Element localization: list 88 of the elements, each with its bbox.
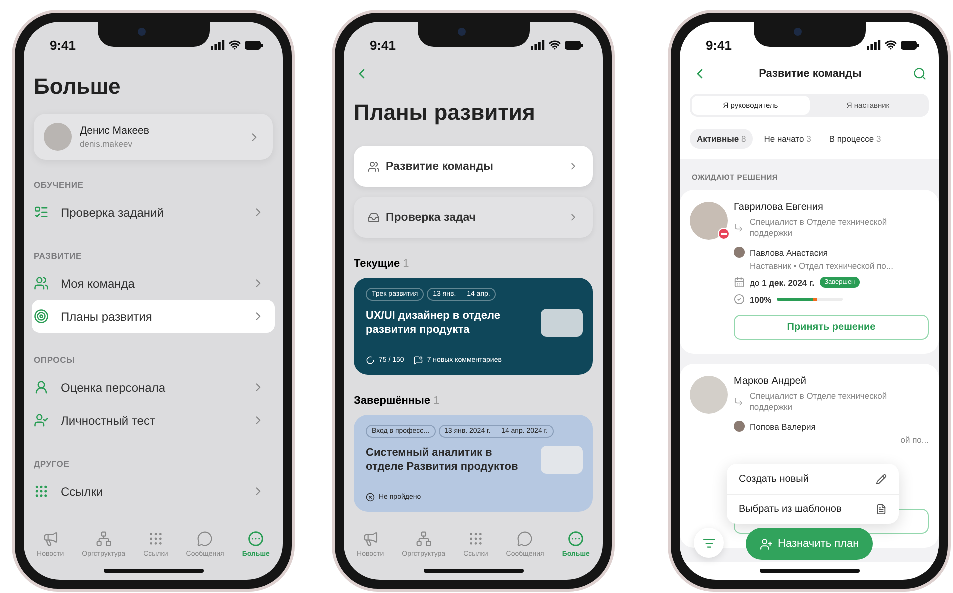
mentor-role: Наставник • Отдел технической по... (750, 261, 894, 272)
menu-item[interactable]: Планы развития (32, 300, 275, 333)
dots-grid-icon (34, 484, 49, 499)
check-circle-icon (734, 294, 745, 306)
profile-card[interactable]: Денис Макеев denis.makeev (34, 114, 273, 160)
battery-icon (565, 40, 583, 50)
screen-title: Развитие команды (759, 68, 862, 80)
dots-grid-icon (148, 531, 164, 547)
filter-chip[interactable]: Активные 8 (690, 129, 754, 149)
group-heading: Текущие (354, 258, 400, 270)
group-count: 1 (403, 258, 410, 270)
group-count: 1 (434, 395, 440, 407)
filter-chip[interactable]: В процессе 3 (822, 129, 888, 149)
tray-icon (368, 212, 380, 224)
avatar (690, 376, 728, 414)
document-icon (876, 504, 887, 515)
search-icon[interactable] (912, 67, 927, 81)
avatar (44, 123, 72, 151)
menu-item[interactable]: Личностный тест (32, 404, 275, 437)
megaphone-icon (42, 531, 59, 547)
mentor-name: Павлова Анастасия (750, 248, 828, 258)
percent-text: 100% (750, 294, 772, 305)
section-heading: ДРУГОЕ (34, 459, 71, 469)
section-heading: РАЗВИТИЕ (34, 251, 84, 261)
avatar (690, 202, 728, 240)
image-placeholder (541, 309, 583, 338)
menu-item[interactable]: Оценка персонала (32, 371, 275, 404)
avatar (734, 247, 745, 258)
menu-item[interactable]: Ссылки (32, 475, 275, 508)
screen-title: Больше (34, 74, 122, 100)
position-text: Специалист в Отделе технической поддержки (750, 391, 888, 414)
target-icon (34, 309, 49, 324)
menu-item[interactable]: Выбрать из шаблонов (727, 494, 899, 524)
people-icon (34, 276, 49, 291)
wifi-icon (549, 39, 561, 51)
screen-title: Планы развития (354, 100, 536, 126)
return-arrow-icon (734, 223, 744, 234)
status-time: 9:41 (370, 38, 396, 52)
speech-bubble-icon (197, 531, 214, 547)
mentor-name: Попова Валерия (750, 422, 816, 432)
person-check-icon (34, 413, 49, 428)
battery-icon (245, 40, 263, 50)
nav-card[interactable]: Проверка задач (354, 197, 593, 238)
network-icon (96, 531, 112, 547)
person-icon (34, 380, 49, 395)
section-heading: ОБУЧЕНИЕ (34, 180, 85, 190)
checklist-icon (34, 205, 49, 220)
progress-ring-icon (366, 356, 375, 365)
person-name: Марков Андрей (734, 376, 808, 388)
menu-item[interactable]: Проверка заданий (32, 196, 275, 229)
status-time: 9:41 (706, 38, 732, 52)
people-icon (368, 160, 380, 172)
network-icon (416, 531, 432, 547)
filter-icon (702, 536, 716, 550)
section-heading: ОПРОСЫ (34, 355, 76, 365)
image-placeholder (541, 446, 583, 474)
menu-item[interactable]: Моя команда (32, 267, 275, 300)
menu-item[interactable]: Создать новый (727, 464, 899, 494)
group-heading: Завершённые (354, 395, 431, 407)
profile-name: Денис Макеев (80, 125, 150, 137)
return-arrow-icon (734, 397, 744, 408)
add-person-icon (760, 538, 773, 550)
deadline-text: до 1 дек. 2024 г. (750, 278, 815, 288)
status-time: 9:41 (50, 38, 76, 52)
speech-bubble-icon (517, 531, 534, 547)
avatar (734, 421, 745, 432)
dots-grid-icon (468, 531, 484, 547)
cross-circle-icon (366, 493, 375, 502)
wifi-icon (885, 39, 897, 51)
pencil-icon (876, 474, 887, 484)
battery-icon (901, 40, 919, 50)
plan-title: Системный аналитик в отделе Развития продуктов (366, 446, 520, 475)
position-text: Специалист в Отделе технической поддержки (750, 217, 888, 240)
nav-card[interactable]: Развитие команды (354, 146, 593, 187)
profile-login: denis.makeev (80, 139, 134, 149)
wifi-icon (229, 39, 241, 51)
person-name: Гаврилова Евгения (734, 202, 824, 213)
more-icon (248, 531, 264, 547)
more-icon (568, 531, 584, 547)
signal-icon (867, 40, 881, 50)
plan-title: UX/UI дизайнер в отделе развития продукта (366, 309, 502, 338)
megaphone-icon (362, 531, 379, 547)
comment-icon (414, 356, 424, 365)
mentor-role: ой по... (900, 435, 929, 446)
signal-icon (211, 40, 225, 50)
filter-chip[interactable]: Не начато 3 (757, 129, 818, 149)
calendar-icon (734, 277, 745, 288)
signal-icon (531, 40, 545, 50)
